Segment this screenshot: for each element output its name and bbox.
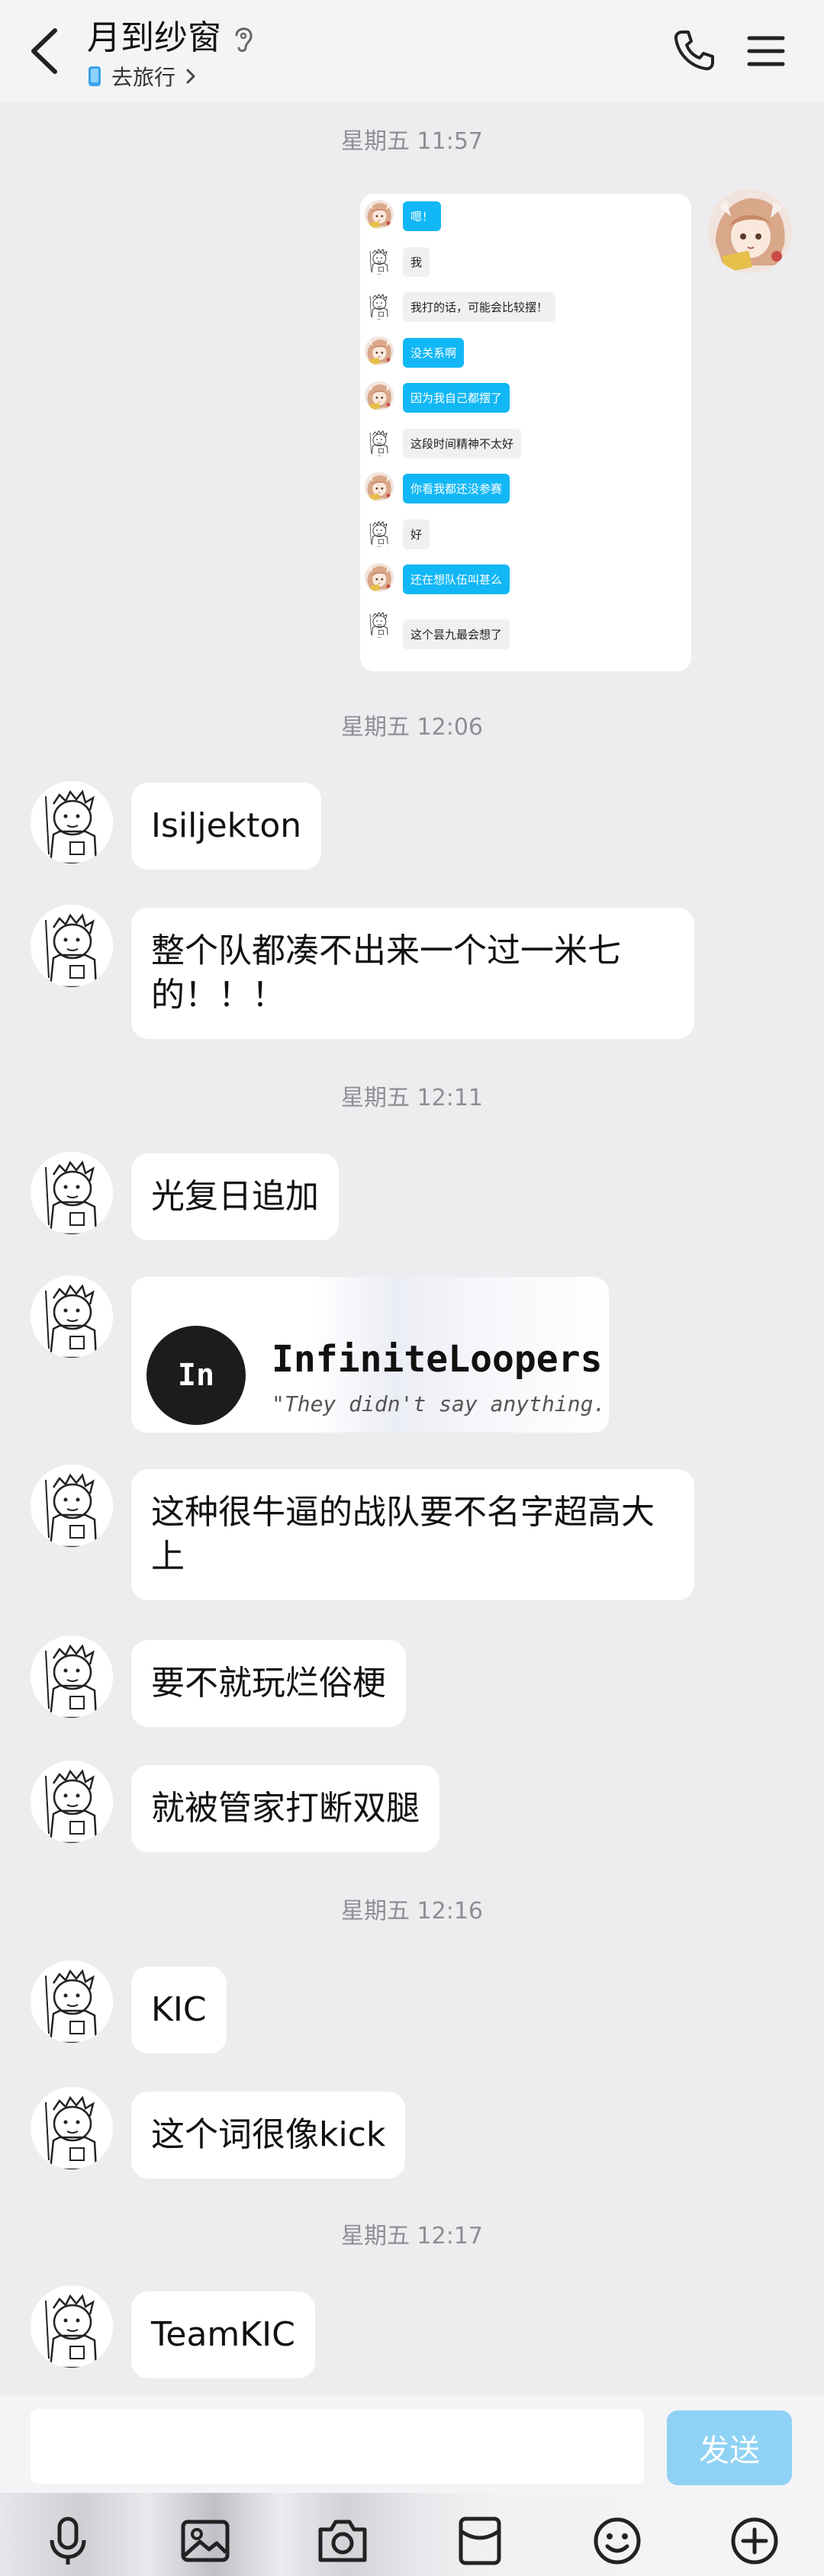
chat-status: 去旅行	[111, 65, 176, 90]
mini-message: 因为我自己都摆了	[403, 383, 510, 413]
message-text: 整个队都凑不出来一个过一米七	[151, 931, 621, 970]
message-text: 这种很牛逼的战队要不名字超高大	[151, 1493, 655, 1532]
message-text: 这个词很像kick	[151, 2115, 386, 2154]
card-name: InfiniteLoopers	[272, 1338, 603, 1381]
message-bubble[interactable]: Isiljekton	[131, 783, 322, 870]
emoji-icon[interactable]	[591, 2514, 644, 2568]
message-bubble[interactable]: 就被管家打断双腿	[131, 1765, 439, 1852]
timestamp: 星期五 12:11	[341, 1085, 483, 1111]
card-slogan: "They didn't say anything.	[272, 1391, 607, 1417]
avatar[interactable]	[31, 1275, 113, 1358]
mini-avatar	[365, 291, 394, 320]
mini-message: 我打的话，可能会比较摆！	[403, 292, 556, 322]
chat-title-area[interactable]: 月到纱窗 去旅行	[87, 17, 255, 92]
avatar[interactable]	[31, 1465, 113, 1547]
timestamp: 星期五 12:06	[341, 714, 483, 741]
avatar[interactable]	[31, 2087, 113, 2169]
mini-avatar	[365, 200, 394, 229]
image-icon[interactable]	[179, 2514, 232, 2568]
mini-message: 还在想队伍叫甚么	[403, 564, 510, 594]
message-bubble[interactable]: 要不就玩烂俗梗	[131, 1640, 406, 1727]
message-bubble[interactable]: 这个词很像kick	[131, 2092, 406, 2179]
chevron-right-icon	[186, 69, 195, 84]
send-button[interactable]: 发送	[667, 2410, 792, 2485]
timestamp: 星期五 12:17	[341, 2223, 483, 2250]
avatar[interactable]	[31, 1761, 113, 1843]
message-text: KIC	[151, 1990, 207, 2029]
message-text: 要不就玩烂俗梗	[151, 1664, 386, 1703]
add-icon[interactable]	[728, 2514, 781, 2568]
input-bar: 发送	[0, 2395, 824, 2493]
link-card[interactable]: In InfiniteLoopers "They didn't say anyt…	[131, 1277, 609, 1433]
card-logo: In	[146, 1326, 246, 1425]
microphone-icon[interactable]	[41, 2514, 95, 2568]
phone-status-icon	[89, 66, 101, 86]
mini-avatar	[365, 609, 394, 638]
mini-avatar	[365, 336, 394, 365]
message-text: 就被管家打断双腿	[151, 1789, 420, 1828]
avatar[interactable]	[31, 1152, 113, 1234]
mini-avatar	[365, 518, 394, 547]
mini-message: 我	[403, 246, 430, 277]
menu-icon[interactable]	[746, 34, 786, 69]
timestamp: 星期五 12:16	[341, 1898, 483, 1925]
message-input[interactable]	[31, 2409, 644, 2484]
message-text: 光复日追加	[151, 1177, 319, 1216]
message-bubble[interactable]: 光复日追加	[131, 1153, 339, 1240]
message-text: 的！！！	[151, 976, 285, 1015]
bottom-toolbar	[0, 2493, 824, 2576]
avatar[interactable]	[31, 1960, 113, 2043]
mini-message: 你看我都还没参赛	[403, 474, 510, 503]
message-bubble[interactable]: KIC	[131, 1967, 227, 2053]
avatar[interactable]	[708, 189, 792, 273]
red-packet-icon[interactable]	[453, 2514, 507, 2568]
mini-avatar	[365, 472, 394, 501]
avatar[interactable]	[31, 1635, 113, 1718]
avatar[interactable]	[31, 2285, 113, 2368]
camera-icon[interactable]	[316, 2514, 369, 2568]
message-text: 上	[151, 1537, 185, 1576]
mini-message: 嗯！	[403, 201, 442, 231]
chat-header: 月到纱窗 去旅行	[0, 0, 824, 102]
mini-message: 没关系啊	[403, 337, 465, 368]
chat-title: 月到纱窗	[87, 18, 221, 57]
mini-avatar	[365, 427, 394, 456]
timestamp: 星期五 11:57	[341, 128, 483, 155]
message-bubble[interactable]: 整个队都凑不出来一个过一米七 的！！！	[131, 908, 694, 1039]
avatar[interactable]	[31, 905, 113, 987]
mini-avatar	[365, 563, 394, 592]
avatar[interactable]	[31, 781, 113, 863]
mini-message: 这个昙九最会想了	[403, 619, 510, 649]
mini-avatar	[365, 246, 394, 275]
back-arrow-icon[interactable]	[23, 26, 69, 76]
phone-call-icon[interactable]	[671, 27, 717, 73]
mini-message: 好	[403, 519, 430, 549]
image-message[interactable]: 嗯！ 我我打的话，可能会比较摆！ 没关系啊因为我自己都摆了 这段时间精神不太好 你看我都…	[360, 194, 691, 671]
message-text: Isiljekton	[151, 806, 302, 845]
mini-avatar	[365, 381, 394, 410]
mini-message: 这段时间精神不太好	[403, 428, 522, 458]
message-bubble[interactable]: TeamKIC	[131, 2291, 315, 2378]
ear-icon	[235, 27, 253, 53]
message-bubble[interactable]: 这种很牛逼的战队要不名字超高大 上	[131, 1469, 694, 1600]
message-text: TeamKIC	[151, 2315, 295, 2354]
